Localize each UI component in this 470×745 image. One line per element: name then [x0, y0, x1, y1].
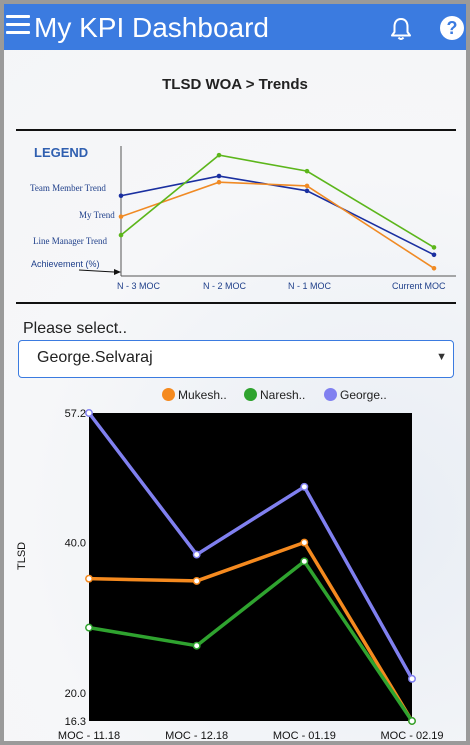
chart-data-point [192, 641, 201, 650]
legend-achievement-arrow [78, 269, 115, 273]
legend-series-line [120, 154, 435, 249]
chart-y-tick-label: 20.0 [65, 688, 86, 700]
chart-data-point [300, 482, 309, 491]
legend-series-point [216, 173, 222, 179]
chart-data-point [192, 550, 201, 559]
arrow-head-icon [114, 269, 121, 275]
legend-series-point [118, 193, 124, 199]
chart-data-point [85, 574, 93, 583]
legend-series-point [216, 152, 222, 158]
chart-y-tick-label: 40.0 [65, 538, 86, 550]
legend-series-point [118, 214, 124, 219]
legend-series-point [304, 183, 310, 189]
chart-x-tick-label: MOC - 02.19 [381, 730, 444, 741]
chart-x-tick-label: MOC - 01.19 [273, 730, 336, 741]
legend-series-point [216, 179, 222, 185]
chart-data-point [85, 623, 93, 632]
chart-data-point [85, 409, 93, 417]
chart-data-point [300, 538, 309, 547]
chart-data-point [192, 576, 201, 585]
app-frame: My KPI Dashboard ? TLSD WOA > Trends LEG… [0, 0, 470, 745]
chart-y-tick-label: 16.3 [65, 716, 86, 728]
trend-chart: 57.2 40.0 20.0 16.3 MOC - 11.18 MOC - 12.18 MO… [58, 146, 456, 741]
chart-data-point [408, 717, 416, 725]
legend-series-point [431, 266, 437, 271]
legend-series-point [304, 188, 310, 194]
legend-series-point [304, 168, 310, 174]
chart-x-tick-label: MOC - 12.18 [165, 730, 228, 741]
chart-plot-area [89, 413, 412, 721]
chart-y-tick-label: 57.2 [65, 408, 86, 420]
legend-series-line [120, 181, 435, 269]
legend-series-point [431, 245, 437, 250]
chart-x-tick-label: MOC - 11.18 [58, 730, 120, 741]
legend-series-line [120, 175, 435, 256]
legend-series-point [118, 232, 124, 238]
chart-data-point [300, 557, 309, 566]
legend-series-point [431, 252, 437, 258]
chart-data-point [408, 674, 416, 683]
